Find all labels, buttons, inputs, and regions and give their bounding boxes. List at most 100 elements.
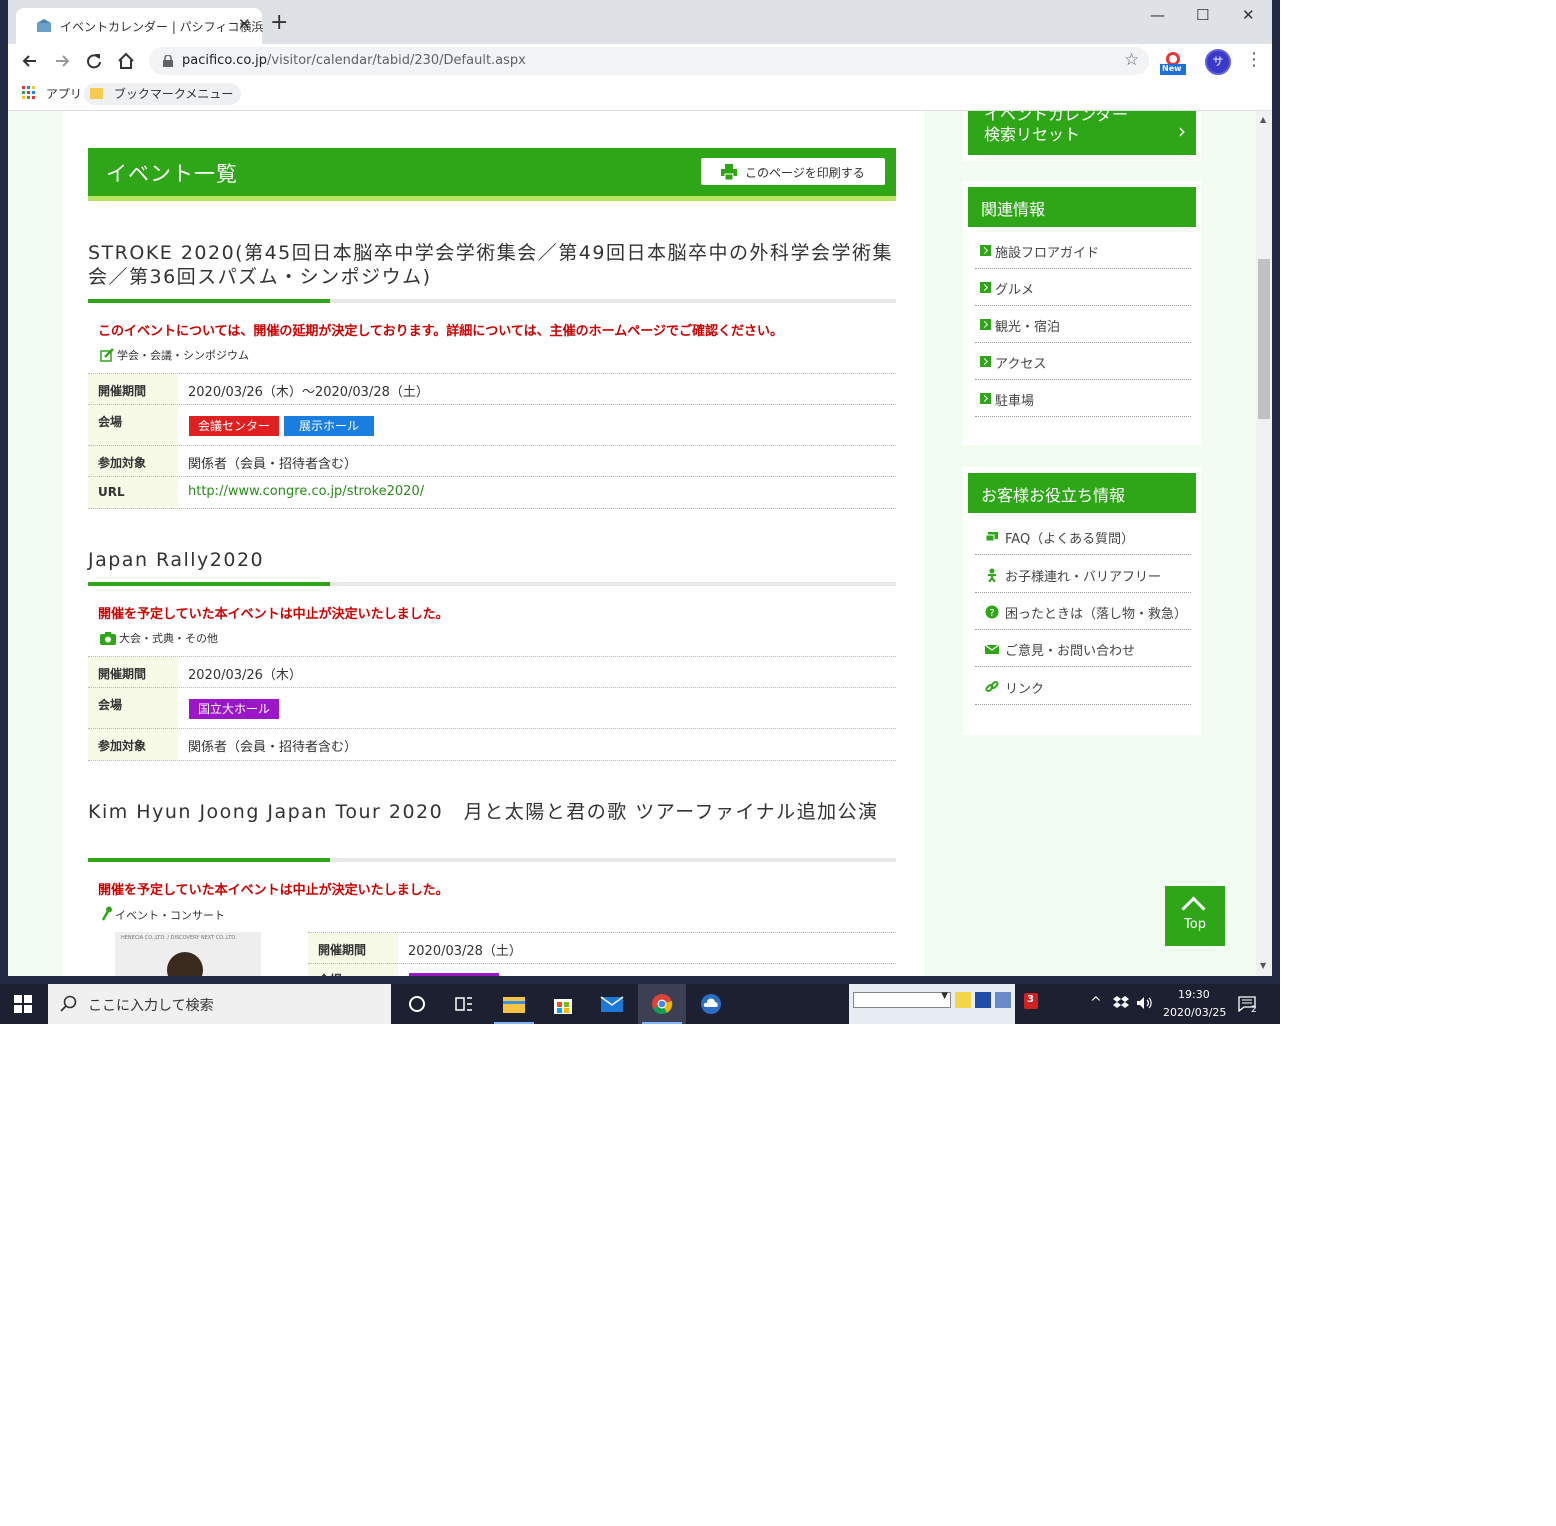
back-icon[interactable]	[19, 50, 41, 72]
bookmarks-bar: アプリ ブックマークメニュー	[8, 78, 1272, 111]
scroll-thumb[interactable]	[1258, 259, 1270, 419]
venue-tag[interactable]	[409, 973, 499, 976]
page-scrollbar[interactable]: ▲ ▼	[1256, 111, 1272, 976]
event-list-title: イベント一覧	[106, 162, 238, 186]
reload-icon[interactable]	[83, 50, 105, 72]
volume-icon[interactable]	[1136, 996, 1154, 1010]
clock-time[interactable]: 19:30	[1178, 988, 1210, 1001]
active-tab[interactable]: イベントカレンダー | パシフィコ横浜 ✕	[16, 8, 264, 44]
file-explorer-icon[interactable]	[502, 993, 526, 1015]
maximize-icon[interactable]: ☐	[1196, 6, 1209, 24]
help-link-contact[interactable]: ご意見・お問い合わせ	[975, 630, 1191, 667]
dropbox-icon[interactable]	[1113, 996, 1129, 1010]
period-value: 2020/03/26（木）	[188, 668, 302, 683]
bookmark-folder[interactable]: ブックマークメニュー	[84, 83, 242, 105]
address-bar[interactable]: pacifico.co.jp/visitor/calendar/tabid/23…	[149, 47, 1149, 75]
extension-new-icon[interactable]: New	[1160, 49, 1186, 75]
image-caption: HENECIA CO.,LTD. / DISCOVERY NEXT CO.,LT…	[121, 935, 237, 941]
venue-tag-conference[interactable]: 会議センター	[189, 416, 279, 436]
event-notice: 開催を予定していた本イベントは中止が決定いたしました。	[98, 883, 449, 898]
venue-tag-exhibition[interactable]: 展示ホール	[284, 416, 374, 436]
print-page-button[interactable]: このページを印刷する	[701, 158, 885, 185]
period-value: 2020/03/28（土）	[408, 944, 522, 959]
forward-icon[interactable]	[51, 50, 73, 72]
chrome-icon[interactable]	[650, 993, 674, 1015]
related-link-sightseeing[interactable]: 観光・宿泊	[975, 306, 1191, 343]
venue-tag-national-hall[interactable]: 国立大ホール	[189, 699, 279, 719]
store-icon[interactable]	[551, 993, 575, 1015]
page-viewport: イベント一覧 このページを印刷する STROKE 2020(第45回日本脳卒中学…	[8, 111, 1256, 976]
arrow-icon	[980, 393, 991, 404]
home-icon[interactable]	[115, 50, 137, 72]
minimize-icon[interactable]: —	[1150, 6, 1165, 24]
event-category: イベント・コンサート	[100, 906, 225, 923]
task-view-icon[interactable]	[452, 993, 476, 1015]
tray-chevron-up-icon[interactable]: ^	[1090, 995, 1102, 1011]
profile-avatar[interactable]: サ	[1205, 49, 1231, 75]
desktop: イベントカレンダー | パシフィコ横浜 ✕ + — ☐ ✕ pacifico.c…	[0, 0, 1280, 1024]
title-underline	[88, 858, 896, 862]
tab-strip: イベントカレンダー | パシフィコ横浜 ✕ + — ☐ ✕	[8, 0, 1272, 44]
cortana-icon[interactable]	[405, 993, 429, 1015]
ime-select[interactable]: ▼	[853, 991, 951, 1008]
svg-text:?: ?	[989, 608, 994, 619]
back-to-top-button[interactable]: Top	[1165, 886, 1225, 946]
mail-app-icon[interactable]	[600, 993, 624, 1015]
tab-close-icon[interactable]: ✕	[238, 15, 251, 33]
printer-icon	[721, 164, 737, 180]
scroll-down-icon[interactable]: ▼	[1260, 961, 1266, 970]
related-link-access[interactable]: アクセス	[975, 343, 1191, 380]
period-key: 開催期間	[98, 384, 147, 398]
top-label: Top	[1184, 917, 1206, 932]
sidebar: イベントカレンダー 検索リセット › 関連情報 施設フロアガイド グルメ 観光・宿…	[963, 111, 1201, 976]
info-row-period: 開催期間 2020/03/26（木）	[88, 656, 896, 688]
site-favicon-icon	[37, 19, 51, 32]
related-link-parking[interactable]: 駐車場	[975, 380, 1191, 417]
help-link-barrier-free[interactable]: お子様連れ・バリアフリー	[975, 556, 1191, 593]
scroll-up-icon[interactable]: ▲	[1260, 115, 1266, 124]
reset-box: イベントカレンダー 検索リセット ›	[963, 111, 1201, 161]
related-info-heading: 関連情報	[968, 187, 1196, 227]
taskbar-search-box[interactable]: ここに入力して検索	[48, 984, 391, 1024]
info-row-target: 参加対象 関係者（会員・招待者含む）	[88, 728, 896, 761]
help-link-faq[interactable]: FAQ（よくある質問）	[975, 518, 1191, 555]
artist-photo	[167, 952, 203, 976]
reset-label: イベントカレンダー 検索リセット	[984, 111, 1129, 144]
mail-tray-icon[interactable]: 3	[1024, 993, 1038, 1009]
camera-icon	[100, 632, 116, 645]
extension-badge: New	[1162, 64, 1182, 73]
menu-kebab-icon[interactable]: ⋮	[1245, 49, 1263, 70]
arrow-icon	[980, 356, 991, 367]
tab-title: イベントカレンダー | パシフィコ横浜	[60, 20, 264, 34]
event-image[interactable]: HENECIA CO.,LTD. / DISCOVERY NEXT CO.,LT…	[115, 932, 261, 976]
venue-key: 会場	[318, 971, 342, 976]
related-info-box: 関連情報 施設フロアガイド グルメ 観光・宿泊 アクセス 駐車場	[963, 181, 1201, 445]
ime-toolbar[interactable]: ▼	[849, 984, 1015, 1024]
ime-tool-icons[interactable]	[955, 992, 1011, 1008]
target-value: 関係者（会員・招待者含む）	[188, 740, 358, 755]
period-key: 開催期間	[318, 943, 367, 957]
windows-start-icon[interactable]	[14, 995, 32, 1013]
info-row-venue: 会場 会議センター 展示ホール	[88, 404, 896, 446]
event-notice: 開催を予定していた本イベントは中止が決定いたしました。	[98, 607, 449, 622]
help-info-heading: お客様お役立ち情報	[968, 473, 1196, 513]
clock-date[interactable]: 2020/03/25	[1163, 1006, 1226, 1019]
microphone-icon	[101, 906, 112, 921]
calendar-reset-button[interactable]: イベントカレンダー 検索リセット ›	[968, 111, 1196, 155]
related-link-floor-guide[interactable]: 施設フロアガイド	[975, 232, 1191, 269]
bookmark-apps[interactable]: アプリ	[22, 83, 82, 105]
event-url-link[interactable]: http://www.congre.co.jp/stroke2020/	[188, 484, 424, 499]
help-link-trouble[interactable]: ? 困ったときは（落し物・救急）	[975, 593, 1191, 630]
close-window-icon[interactable]: ✕	[1242, 6, 1255, 24]
new-tab-icon[interactable]: +	[270, 12, 288, 34]
related-link-gourmet[interactable]: グルメ	[975, 269, 1191, 306]
info-row-venue: 会場	[308, 963, 896, 976]
browser-toolbar: pacifico.co.jp/visitor/calendar/tabid/23…	[8, 44, 1272, 78]
search-placeholder: ここに入力して検索	[88, 998, 214, 1014]
url-text: pacifico.co.jp/visitor/calendar/tabid/23…	[182, 53, 526, 68]
event-notice: このイベントについては、開催の延期が決定しております。詳細については、主催のホー…	[98, 324, 783, 339]
app-cloud-icon[interactable]	[699, 993, 723, 1015]
venue-key: 会場	[98, 415, 123, 429]
bookmark-star-icon[interactable]: ☆	[1124, 50, 1139, 70]
help-link-links[interactable]: リンク	[975, 668, 1191, 705]
